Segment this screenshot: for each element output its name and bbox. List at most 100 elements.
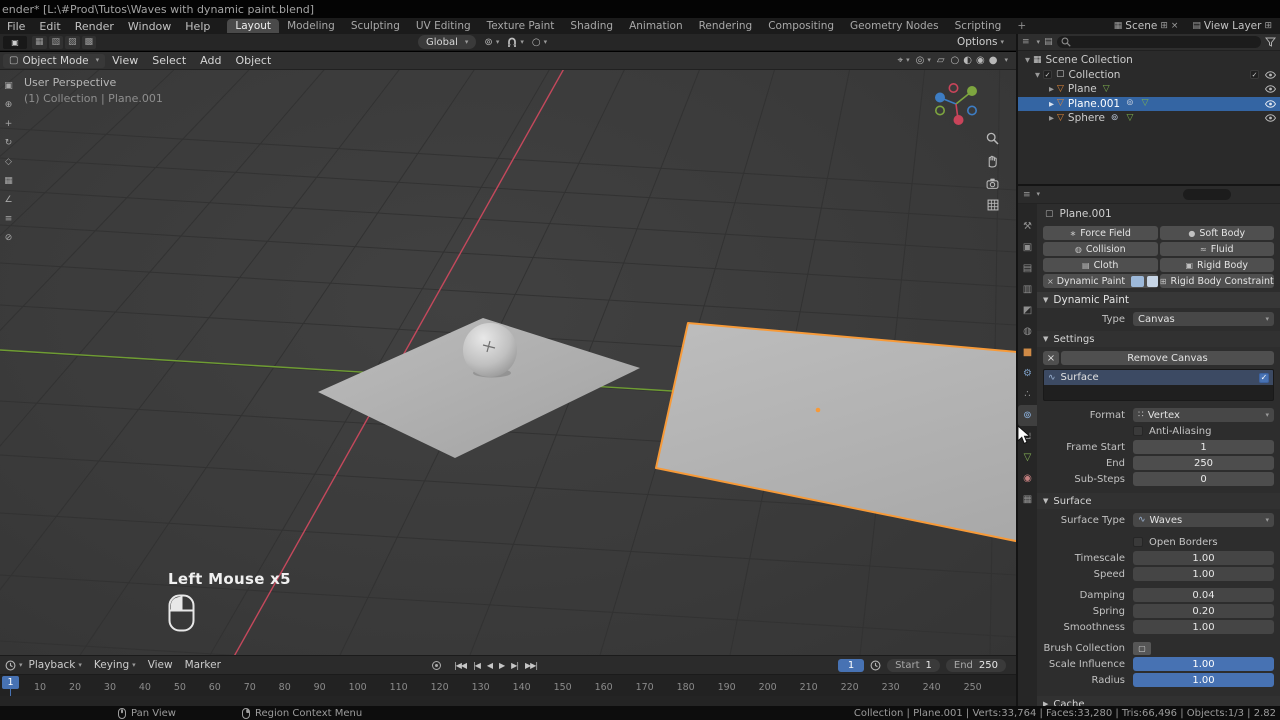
sphere-brush-object[interactable] <box>463 323 517 377</box>
workspace-tab-uv-editing[interactable]: UV Editing <box>408 19 479 33</box>
new-scene-icon[interactable]: ⊞ <box>1160 21 1168 31</box>
viewport-menu-view[interactable]: View <box>105 54 145 67</box>
display-mode-icon[interactable]: ▤ <box>1044 37 1053 47</box>
smoothness-slider[interactable]: 1.00 <box>1133 620 1274 634</box>
spring-slider[interactable]: 0.20 <box>1133 604 1274 618</box>
tool-cursor-icon[interactable]: ⊕ <box>5 101 13 110</box>
speed-slider[interactable]: 1.00 <box>1133 567 1274 581</box>
dynamic-paint-button-active[interactable]: × Dynamic Paint <box>1043 274 1158 288</box>
menu-render[interactable]: Render <box>68 20 121 33</box>
viewport-menu-object[interactable]: Object <box>228 54 278 67</box>
hide-eye-icon[interactable] <box>1265 85 1276 93</box>
surface-list-item-selected[interactable]: ∿ Surface ✓ <box>1044 370 1273 385</box>
tab-particles[interactable]: ∴ <box>1018 384 1037 405</box>
outliner-search-input[interactable] <box>1056 36 1261 48</box>
disclosure-icon[interactable]: ▶ <box>1046 114 1057 122</box>
collision-button[interactable]: ◍ Collision <box>1043 242 1158 256</box>
options-dropdown[interactable]: Options ▾ <box>957 36 1004 48</box>
timeline-menu-keying[interactable]: Keying ▾ <box>88 659 142 671</box>
menu-file[interactable]: File <box>0 20 32 33</box>
overlays-dropdown[interactable]: ◎ ▾ <box>916 55 931 66</box>
pivot-dropdown[interactable]: ⊚ ▾ <box>484 37 499 48</box>
tab-object-data[interactable]: ▽ <box>1018 447 1037 468</box>
filter-funnel-icon[interactable] <box>1265 37 1276 47</box>
workspace-tab-modeling[interactable]: Modeling <box>279 19 343 33</box>
preview-range-clock-icon[interactable] <box>870 660 881 671</box>
panel-settings[interactable]: ▼ Settings <box>1037 331 1280 347</box>
jump-to-start-button[interactable]: |◀◀ <box>454 661 467 670</box>
tool-scale-icon[interactable]: ◇ <box>5 158 12 167</box>
editor-type-icon[interactable]: ≡ <box>1022 37 1030 47</box>
workspace-tab-geometry-nodes[interactable]: Geometry Nodes <box>842 19 947 33</box>
workspace-tab-sculpting[interactable]: Sculpting <box>343 19 408 33</box>
timeline-menu-marker[interactable]: Marker <box>179 659 227 671</box>
shading-material-icon[interactable]: ◉ <box>976 55 985 66</box>
workspace-tab-compositing[interactable]: Compositing <box>760 19 842 33</box>
orthographic-toggle-icon[interactable] <box>987 199 999 211</box>
tab-render[interactable]: ▣ <box>1018 237 1037 258</box>
view-layer-selector[interactable]: View Layer <box>1204 20 1262 32</box>
mode-dropdown[interactable]: ▢ Object Mode ▾ <box>3 53 106 68</box>
viewport-scene[interactable] <box>0 70 1016 655</box>
xray-toggle-icon[interactable]: ▱ <box>937 55 945 66</box>
gizmos-dropdown[interactable]: ⌖ ▾ <box>897 55 909 66</box>
antialiasing-checkbox[interactable] <box>1133 426 1143 436</box>
timeline-menu-view[interactable]: View <box>142 659 179 671</box>
delete-canvas-x-button[interactable]: × <box>1043 351 1059 365</box>
hide-eye-icon[interactable] <box>1265 100 1276 108</box>
tab-output[interactable]: ▤ <box>1018 258 1037 279</box>
tool-transform-icon[interactable]: ▦ <box>4 177 13 186</box>
orientation-dropdown[interactable]: Global ▾ <box>418 35 477 49</box>
gizmo-y-axis[interactable] <box>967 86 977 96</box>
gizmo-x-axis[interactable] <box>953 115 964 125</box>
dp-type-dropdown[interactable]: Canvas ▾ <box>1133 312 1274 326</box>
current-frame-field[interactable]: 1 <box>838 658 865 672</box>
navigation-gizmo[interactable] <box>928 76 984 132</box>
tab-tool[interactable]: ⚒ <box>1018 216 1037 237</box>
camera-view-icon[interactable] <box>986 178 999 189</box>
properties-search-input[interactable] <box>1183 189 1231 200</box>
editor-type-icon[interactable]: ≡ <box>1023 190 1031 200</box>
tab-object[interactable]: ■ <box>1018 342 1037 363</box>
panel-cache[interactable]: ▶ Cache <box>1037 696 1280 706</box>
substeps-field[interactable]: 0 <box>1133 472 1274 486</box>
menu-help[interactable]: Help <box>178 20 217 33</box>
damping-slider[interactable]: 0.04 <box>1133 588 1274 602</box>
pan-hand-icon[interactable] <box>986 155 999 168</box>
timescale-slider[interactable]: 1.00 <box>1133 551 1274 565</box>
rigid-body-button[interactable]: ▣ Rigid Body <box>1159 258 1274 272</box>
outliner-row-sphere[interactable]: ▶ ▽ Sphere ⊚ ▽ <box>1018 111 1280 126</box>
scene-selector[interactable]: Scene <box>1125 20 1157 32</box>
tab-world[interactable]: ◍ <box>1018 321 1037 342</box>
shading-solid-icon[interactable]: ◐ <box>963 55 972 66</box>
viewport-menu-add[interactable]: Add <box>193 54 228 67</box>
select-mode-set-icon[interactable]: ▦ <box>32 35 47 49</box>
shading-rendered-icon[interactable]: ● <box>989 55 998 66</box>
dp-render-toggle-icon[interactable] <box>1131 275 1145 287</box>
frame-end-field[interactable]: 250 <box>1133 456 1274 470</box>
workspace-tab-texture-paint[interactable]: Texture Paint <box>479 19 563 33</box>
select-mode-subtract-icon[interactable]: ▨ <box>65 35 80 49</box>
tab-physics[interactable]: ⊚ <box>1018 405 1037 426</box>
play-button[interactable]: ▶ <box>499 661 505 670</box>
play-reverse-button[interactable]: ◀ <box>487 661 493 670</box>
outliner-row-collection[interactable]: ▼ ✓ ▢ Collection ✓ <box>1018 68 1280 83</box>
playhead[interactable]: 1 <box>2 676 19 696</box>
timeline-clock-icon[interactable] <box>5 660 16 671</box>
outliner-row-plane-001-selected[interactable]: ▶ ▽ Plane.001 ⊚ ▽ <box>1018 96 1280 111</box>
tool-move-icon[interactable]: + <box>5 120 13 129</box>
zoom-icon[interactable] <box>986 132 999 145</box>
jump-to-end-button[interactable]: ▶▶| <box>525 661 538 670</box>
frame-end-field[interactable]: End 250 <box>945 658 1006 672</box>
tool-measure-icon[interactable]: ≡ <box>5 215 13 224</box>
tool-annotate-icon[interactable]: ∠ <box>4 196 12 205</box>
auto-keyframe-button[interactable] <box>432 660 441 670</box>
timeline-ruler[interactable]: 1 10 20 30 40 50 60 70 80 90 100 110 120 130 14… <box>0 675 1016 696</box>
viewport-3d[interactable]: ▣ ⊕ + ↻ ◇ ▦ ∠ ≡ ⊘ User Perspective (1) C… <box>0 70 1016 655</box>
menu-edit[interactable]: Edit <box>32 20 67 33</box>
tab-scene[interactable]: ◩ <box>1018 300 1037 321</box>
select-mode-extend-icon[interactable]: ▧ <box>48 35 64 49</box>
timeline-menu-playback[interactable]: Playback ▾ <box>23 659 88 671</box>
collection-exclude-checkbox[interactable]: ✓ <box>1250 70 1259 80</box>
new-view-layer-icon[interactable]: ⊞ <box>1264 21 1272 31</box>
